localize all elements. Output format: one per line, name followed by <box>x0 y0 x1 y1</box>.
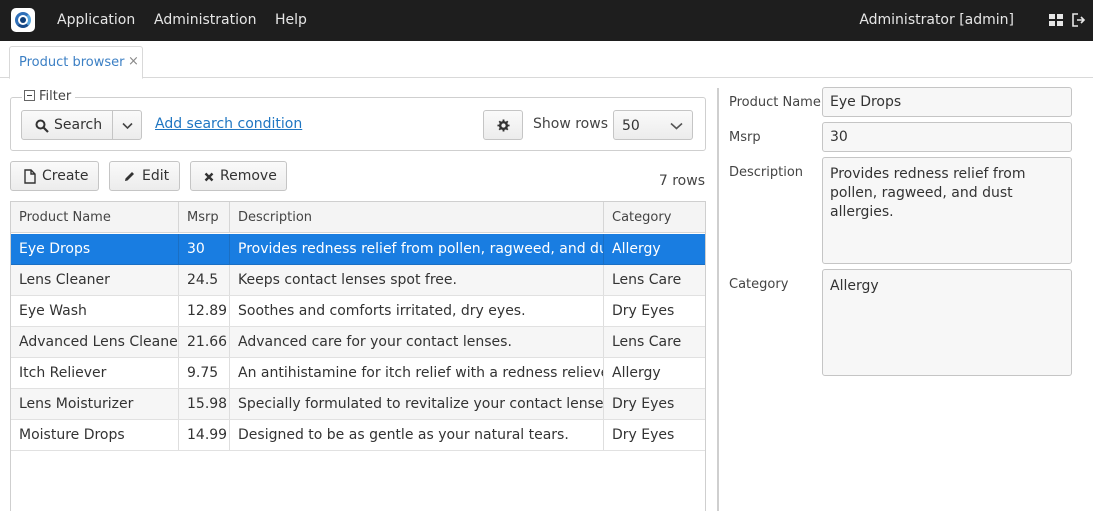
cell-description: Designed to be as gentle as your natural… <box>230 420 604 450</box>
top-bar: Application Administration Help Administ… <box>0 0 1093 41</box>
cell-product-name: Lens Cleaner <box>11 265 179 295</box>
cell-msrp: 30 <box>179 234 230 264</box>
current-user-label[interactable]: Administrator [admin] <box>859 12 1014 28</box>
chevron-down-icon <box>122 122 133 130</box>
column-header-description[interactable]: Description <box>230 202 604 233</box>
cell-product-name: Advanced Lens Cleaner <box>11 327 179 357</box>
product-name-label: Product Name <box>729 95 821 110</box>
tab-strip: Product browser × <box>0 41 1093 79</box>
products-table: Product Name Msrp Description Category E… <box>10 201 706 511</box>
cell-product-name: Eye Wash <box>11 296 179 326</box>
remove-button-label: Remove <box>220 168 277 184</box>
tab-label[interactable]: Product browser <box>19 55 125 70</box>
cell-category: Allergy <box>612 241 661 257</box>
product-name-field[interactable]: Eye Drops <box>822 87 1072 117</box>
new-document-icon <box>24 169 36 184</box>
cell-category: Dry Eyes <box>612 427 675 443</box>
cell-msrp: 24.5 <box>179 265 230 295</box>
filter-settings-button[interactable] <box>483 110 523 140</box>
msrp-label: Msrp <box>729 130 761 145</box>
show-rows-select[interactable]: 50 <box>613 110 693 140</box>
table-row[interactable]: Lens Cleaner 24.5 Keeps contact lenses spo… <box>11 265 705 296</box>
cell-category: Dry Eyes <box>612 396 675 412</box>
cell-msrp: 12.89 <box>179 296 230 326</box>
cell-category: Dry Eyes <box>612 303 675 319</box>
gear-icon <box>497 119 510 132</box>
chevron-down-icon <box>670 122 683 130</box>
category-label: Category <box>729 277 789 292</box>
cell-category: Allergy <box>612 365 661 381</box>
rows-count: 7 rows <box>658 173 705 189</box>
menu-help[interactable]: Help <box>275 12 307 28</box>
cell-product-name: Itch Reliever <box>11 358 179 388</box>
app-menu-icon[interactable] <box>1049 13 1063 27</box>
close-icon <box>204 172 214 182</box>
edit-button-label: Edit <box>142 168 170 184</box>
description-field[interactable]: Provides redness relief from pollen, rag… <box>822 157 1072 264</box>
search-icon <box>35 119 49 133</box>
table-row[interactable]: Eye Drops 30 Provides redness relief from … <box>11 234 705 265</box>
column-header-msrp[interactable]: Msrp <box>179 202 230 233</box>
cell-description: Specially formulated to revitalize your … <box>230 389 604 419</box>
cell-product-name: Eye Drops <box>11 234 179 264</box>
search-button-label: Search <box>54 117 103 133</box>
search-options-button[interactable] <box>112 110 142 140</box>
category-field[interactable]: Allergy <box>822 269 1072 376</box>
pencil-icon <box>125 172 134 181</box>
table-row[interactable]: Itch Reliever 9.75 An antihistamine for it… <box>11 358 705 389</box>
cell-msrp: 9.75 <box>179 358 230 388</box>
cell-msrp: 21.66 <box>179 327 230 357</box>
column-header-product-name[interactable]: Product Name <box>11 202 179 233</box>
cell-description: Keeps contact lenses spot free. <box>230 265 604 295</box>
msrp-field[interactable]: 30 <box>822 122 1072 152</box>
table-row[interactable]: Moisture Drops 14.99 Designed to be as gen… <box>11 420 705 451</box>
cell-description: An antihistamine for itch relief with a … <box>230 358 604 388</box>
cell-description: Provides redness relief from pollen, rag… <box>230 234 604 264</box>
cell-product-name: Lens Moisturizer <box>11 389 179 419</box>
cell-description: Soothes and comforts irritated, dry eyes… <box>230 296 604 326</box>
cell-msrp: 15.98 <box>179 389 230 419</box>
filter-caption: Filter <box>39 89 72 104</box>
column-header-category[interactable]: Category <box>604 202 705 233</box>
description-label: Description <box>729 165 804 180</box>
show-rows-label: Show rows <box>533 116 608 132</box>
menu-administration[interactable]: Administration <box>154 12 256 28</box>
cell-product-name: Moisture Drops <box>11 420 179 450</box>
menu-application[interactable]: Application <box>57 12 135 28</box>
remove-button[interactable]: Remove <box>190 161 287 191</box>
table-row[interactable]: Eye Wash 12.89 Soothes and comforts irrita… <box>11 296 705 327</box>
logout-icon[interactable] <box>1072 13 1086 27</box>
cell-description: Advanced care for your contact lenses. <box>230 327 604 357</box>
filter-toggle[interactable]: Filter <box>22 89 76 104</box>
split-panel-divider[interactable] <box>717 88 719 511</box>
show-rows-value: 50 <box>622 118 640 134</box>
search-button[interactable]: Search <box>21 110 113 140</box>
edit-button[interactable]: Edit <box>109 161 180 191</box>
cell-category: Lens Care <box>612 272 682 288</box>
add-search-condition-link[interactable]: Add search condition <box>155 116 302 132</box>
cell-msrp: 14.99 <box>179 420 230 450</box>
tab-product-browser[interactable]: Product browser × <box>9 46 143 79</box>
collapse-icon[interactable] <box>24 90 35 101</box>
table-row[interactable]: Advanced Lens Cleaner 21.66 Advanced care … <box>11 327 705 358</box>
table-header: Product Name Msrp Description Category <box>11 202 705 233</box>
tab-close-icon[interactable]: × <box>128 54 139 69</box>
table-row[interactable]: Lens Moisturizer 15.98 Specially formulate… <box>11 389 705 420</box>
cell-category: Lens Care <box>612 334 682 350</box>
create-button-label: Create <box>42 168 89 184</box>
app-logo-icon[interactable] <box>11 8 35 32</box>
create-button[interactable]: Create <box>10 161 99 191</box>
